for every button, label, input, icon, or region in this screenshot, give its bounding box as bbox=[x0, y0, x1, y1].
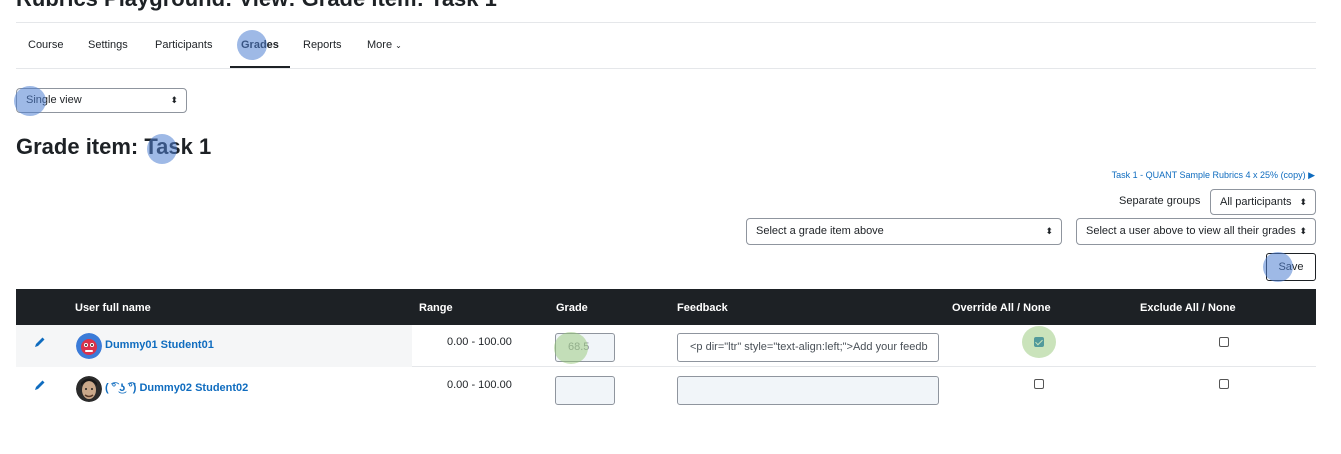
table-header: User full name Range Grade Feedback Over… bbox=[16, 289, 1316, 325]
exclude-checkbox[interactable] bbox=[1219, 379, 1229, 389]
override-checkbox[interactable] bbox=[1034, 379, 1044, 389]
pencil-icon[interactable] bbox=[34, 336, 46, 348]
report-view-select[interactable]: Single view ⬍ bbox=[16, 88, 187, 113]
nav-more[interactable]: More ⌄ bbox=[367, 23, 402, 68]
user-select-value: Select a user above to view all their gr… bbox=[1086, 225, 1296, 237]
separate-groups-label: Separate groups bbox=[1119, 195, 1201, 207]
grade-input[interactable]: 68.5 bbox=[555, 333, 615, 362]
col-override-all-none[interactable]: Override All / None bbox=[952, 302, 1051, 314]
nav-reports[interactable]: Reports bbox=[303, 23, 342, 68]
report-view-value: Single view bbox=[26, 94, 82, 106]
save-button[interactable]: Save bbox=[1266, 253, 1316, 281]
nav-grades[interactable]: Grades bbox=[230, 23, 290, 68]
groups-select-value: All participants bbox=[1220, 196, 1292, 208]
secondary-nav: Course Settings Participants Grades Repo… bbox=[16, 23, 1316, 69]
nav-course[interactable]: Course bbox=[28, 23, 63, 68]
override-checkbox[interactable] bbox=[1034, 337, 1044, 347]
groups-select[interactable]: All participants ⬍ bbox=[1210, 189, 1316, 215]
chevron-down-icon: ⌄ bbox=[395, 41, 402, 50]
chevron-updown-icon: ⬍ bbox=[1299, 197, 1307, 207]
exclude-checkbox[interactable] bbox=[1219, 337, 1229, 347]
grade-range: 0.00 - 100.00 bbox=[447, 379, 512, 391]
col-range: Range bbox=[419, 302, 453, 314]
page-heading: Rubrics Playground: View: Grade item: Ta… bbox=[16, 0, 497, 12]
grade-item-heading: Grade item: Task 1 bbox=[16, 134, 212, 159]
table-row: ( ͡° ͜ʖ ͡°) Dummy02 Student02 0.00 - 100… bbox=[16, 368, 1316, 410]
nav-participants[interactable]: Participants bbox=[155, 23, 212, 68]
rubric-link[interactable]: Task 1 - QUANT Sample Rubrics 4 x 25% (c… bbox=[1112, 170, 1315, 181]
feedback-input[interactable]: <p dir="ltr" style="text-align:left;">Ad… bbox=[677, 333, 939, 362]
user-name-link[interactable]: ( ͡° ͜ʖ ͡°) Dummy02 Student02 bbox=[105, 382, 248, 394]
user-select[interactable]: Select a user above to view all their gr… bbox=[1076, 218, 1316, 245]
avatar bbox=[76, 376, 102, 402]
grade-item-select-value: Select a grade item above bbox=[756, 225, 884, 237]
pencil-icon[interactable] bbox=[34, 379, 46, 391]
avatar bbox=[76, 333, 102, 359]
grade-input[interactable] bbox=[555, 376, 615, 405]
col-grade: Grade bbox=[556, 302, 588, 314]
grade-item-select[interactable]: Select a grade item above ⬍ bbox=[746, 218, 1062, 245]
user-name-link[interactable]: Dummy01 Student01 bbox=[105, 339, 214, 351]
nav-more-label: More bbox=[367, 39, 393, 51]
nav-settings[interactable]: Settings bbox=[88, 23, 128, 68]
col-feedback: Feedback bbox=[677, 302, 728, 314]
col-user-full-name[interactable]: User full name bbox=[75, 302, 151, 314]
chevron-updown-icon: ⬍ bbox=[170, 95, 178, 105]
grade-range: 0.00 - 100.00 bbox=[447, 336, 512, 348]
feedback-input[interactable] bbox=[677, 376, 939, 405]
chevron-updown-icon: ⬍ bbox=[1299, 226, 1307, 236]
col-exclude-all-none[interactable]: Exclude All / None bbox=[1140, 302, 1236, 314]
table-row: Dummy01 Student01 0.00 - 100.00 68.5 <p … bbox=[16, 325, 1316, 367]
chevron-updown-icon: ⬍ bbox=[1045, 226, 1053, 236]
